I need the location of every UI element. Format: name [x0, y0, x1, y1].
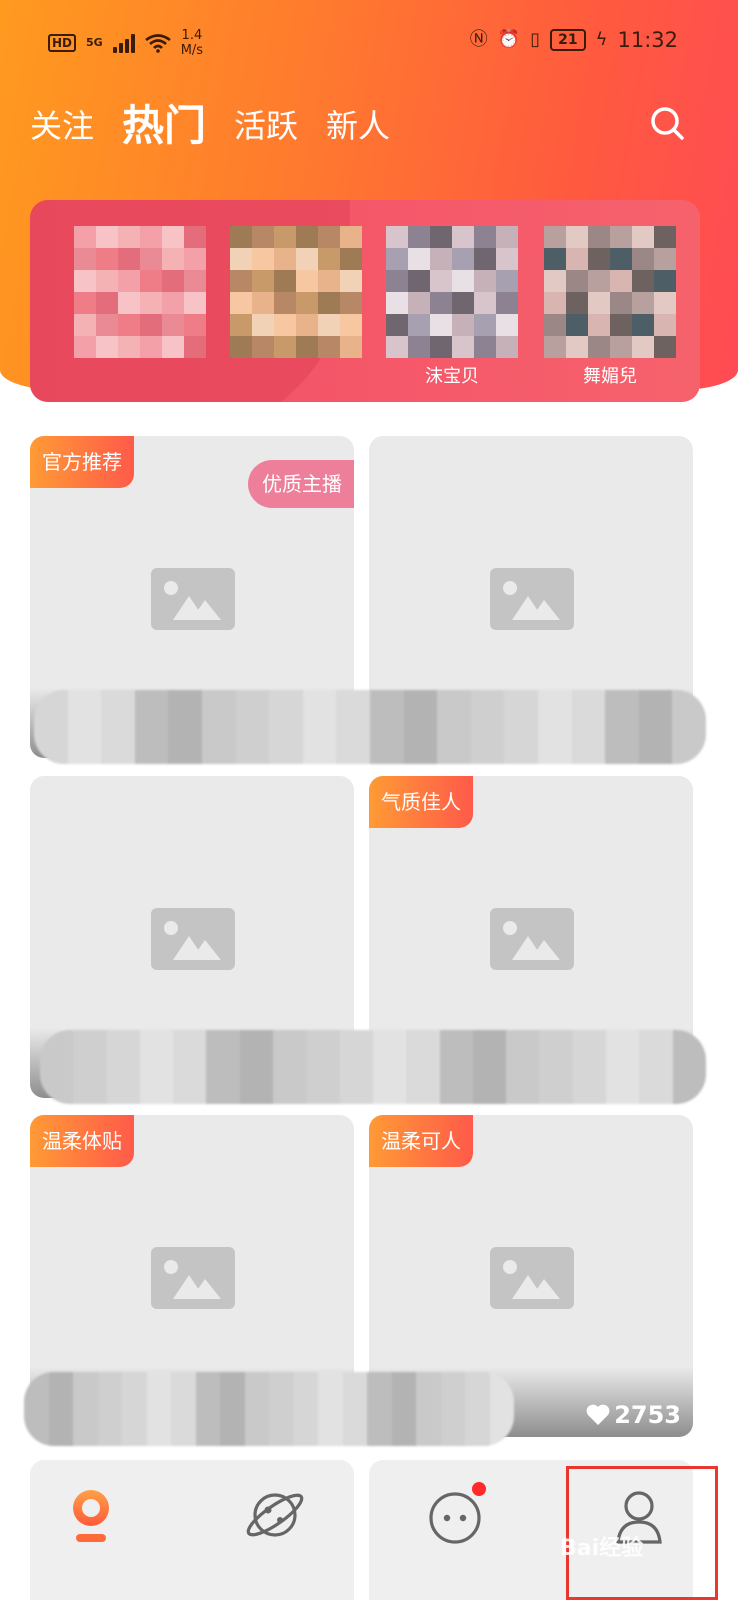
home-icon[interactable] [56, 1480, 126, 1550]
notification-dot [472, 1482, 486, 1496]
live-banner[interactable]: 沫宝贝 舞媚兒 [30, 200, 700, 402]
redacted-text [40, 1030, 706, 1104]
nfc-icon: Ⓝ [469, 29, 488, 50]
like-count: 2753 [586, 1401, 681, 1429]
like-count-value: 2753 [614, 1401, 681, 1429]
signal-icon [112, 33, 135, 53]
alarm-icon: ⏰ [497, 29, 521, 50]
banner-avatars: 沫宝贝 舞媚兒 [30, 200, 700, 402]
avatar [386, 226, 518, 358]
redacted-text [24, 1372, 514, 1446]
image-placeholder-icon [151, 908, 235, 970]
tab-follow[interactable]: 关注 [30, 98, 94, 154]
hd-indicator: HD [48, 34, 77, 52]
watermark: Bai经验 [560, 1536, 644, 1561]
planet-icon[interactable] [240, 1480, 310, 1550]
card-tag: 温柔体贴 [30, 1115, 134, 1167]
speed-unit: M/s [180, 43, 204, 58]
quality-badge: 优质主播 [248, 460, 354, 508]
image-placeholder-icon [490, 1247, 574, 1309]
tab-popular[interactable]: 热门 [122, 98, 206, 154]
card-tag: 官方推荐 [30, 436, 134, 488]
wifi-icon [144, 34, 171, 53]
banner-avatar-2[interactable] [226, 226, 366, 362]
avatar [544, 226, 676, 358]
redacted-text [34, 690, 706, 764]
avatar [74, 226, 206, 358]
banner-avatar-4[interactable]: 舞媚兒 [540, 226, 680, 388]
speed-value: 1.4 [181, 28, 203, 43]
image-placeholder-icon [151, 568, 235, 630]
avatar-name: 舞媚兒 [583, 366, 637, 387]
card-tag: 温柔可人 [369, 1115, 473, 1167]
avatar [230, 226, 362, 358]
clock: 11:32 [617, 28, 678, 52]
image-placeholder-icon [490, 568, 574, 630]
battery-icon: 21 [550, 29, 586, 51]
network-speed: 1.4 M/s [181, 28, 203, 58]
card-tag: 气质佳人 [369, 776, 473, 828]
tab-active[interactable]: 活跃 [234, 98, 298, 154]
avatar-name: 沫宝贝 [425, 366, 479, 387]
image-placeholder-icon [490, 908, 574, 970]
tab-newcomers[interactable]: 新人 [326, 98, 390, 154]
status-bar: HD 5G 1.4 M/s Ⓝ ⏰ ▯ 21 ϟ 11:32 [0, 0, 738, 84]
charging-icon: ϟ [595, 29, 608, 50]
banner-avatar-3[interactable]: 沫宝贝 [382, 226, 522, 388]
vibrate-icon: ▯ [530, 29, 541, 50]
heart-icon [586, 1404, 610, 1425]
banner-avatar-1[interactable] [70, 226, 210, 362]
network-type: 5G [86, 36, 103, 49]
search-icon[interactable] [648, 104, 688, 144]
image-placeholder-icon [151, 1247, 235, 1309]
top-tabs: 关注 热门 活跃 新人 [30, 98, 390, 154]
